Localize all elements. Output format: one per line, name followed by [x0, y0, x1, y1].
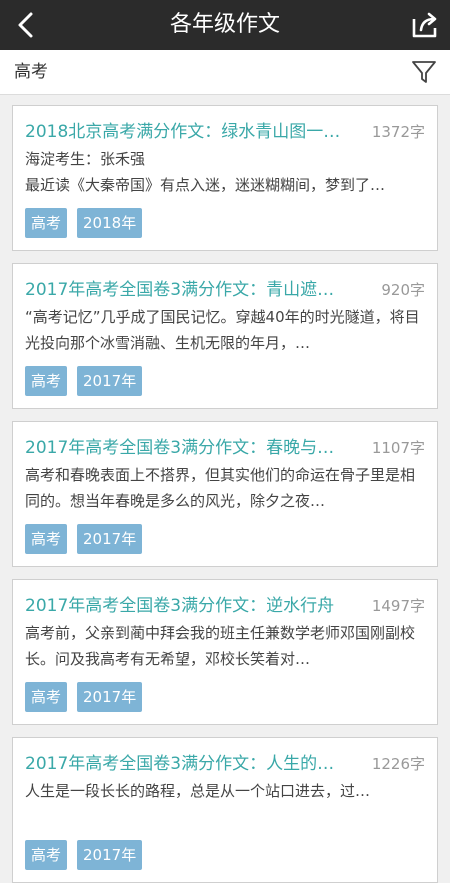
article-snippet: 高考前，父亲到蔺中拜会我的班主任兼数学老师邓国刚副校长。问及我高考有无希望，邓校… — [25, 624, 416, 668]
article-card[interactable]: 2017年高考全国卷3满分作文：春晚与… 1107字 高考和春晚表面上不搭界，但… — [12, 421, 438, 567]
article-title[interactable]: 2017年高考全国卷3满分作文：春晚与… — [25, 436, 350, 460]
tag-list: 高考 2017年 — [25, 524, 152, 554]
article-snippet: 海淀考生：张禾强 最近读《大秦帝国》有点入迷，迷迷糊糊间，梦到了… — [25, 150, 386, 194]
article-title[interactable]: 2017年高考全国卷3满分作文：人生的… — [25, 752, 350, 776]
article-snippet: 高考和春晚表面上不搭界，但其实他们的命运在骨子里是相同的。想当年春晚是多么的风光… — [25, 466, 416, 510]
tag-badge[interactable]: 2018年 — [77, 208, 143, 238]
tag-badge[interactable]: 高考 — [25, 682, 68, 712]
grade-filter-label[interactable]: 高考 — [14, 50, 48, 94]
tag-badge[interactable]: 高考 — [25, 524, 68, 554]
tag-list: 高考 2018年 — [25, 208, 152, 238]
article-card[interactable]: 2017年高考全国卷3满分作文：逆水行舟 1497字 高考前，父亲到蔺中拜会我的… — [12, 579, 438, 725]
tag-list: 高考 2017年 — [25, 840, 152, 870]
word-count: 1226字 — [371, 755, 425, 773]
word-count: 1107字 — [371, 439, 425, 457]
article-snippet: “高考记忆”几乎成了国民记忆。穿越40年的时光隧道，将目光投向那个冰雪消融、生机… — [25, 308, 420, 352]
word-count: 920字 — [381, 281, 425, 299]
funnel-icon[interactable] — [410, 58, 438, 86]
tag-badge[interactable]: 2017年 — [77, 840, 143, 870]
word-count: 1497字 — [371, 597, 425, 615]
tag-badge[interactable]: 2017年 — [77, 682, 143, 712]
tag-badge[interactable]: 高考 — [25, 840, 68, 870]
article-title[interactable]: 2018北京高考满分作文：绿水青山图一… — [25, 120, 350, 144]
article-title[interactable]: 2017年高考全国卷3满分作文：逆水行舟 — [25, 594, 350, 618]
tag-badge[interactable]: 高考 — [25, 208, 68, 238]
tag-list: 高考 2017年 — [25, 366, 152, 396]
article-card[interactable]: 2017年高考全国卷3满分作文：青山遮… 920字 “高考记忆”几乎成了国民记忆… — [12, 263, 438, 409]
article-card[interactable]: 2018北京高考满分作文：绿水青山图一… 1372字 海淀考生：张禾强 最近读《… — [12, 105, 438, 251]
article-card[interactable]: 2017年高考全国卷3满分作文：人生的… 1226字 人生是一段长长的路程，总是… — [12, 737, 438, 883]
tag-badge[interactable]: 高考 — [25, 366, 68, 396]
article-snippet: 人生是一段长长的路程，总是从一个站口进去，过… — [25, 782, 371, 800]
filter-bar: 高考 — [0, 50, 450, 95]
tag-badge[interactable]: 2017年 — [77, 366, 143, 396]
article-title[interactable]: 2017年高考全国卷3满分作文：青山遮… — [25, 278, 350, 302]
top-bar: 各年级作文 — [0, 0, 450, 50]
word-count: 1372字 — [371, 123, 425, 141]
share-icon[interactable] — [408, 8, 442, 42]
page-title: 各年级作文 — [169, 12, 280, 37]
tag-list: 高考 2017年 — [25, 682, 152, 712]
tag-badge[interactable]: 2017年 — [77, 524, 143, 554]
